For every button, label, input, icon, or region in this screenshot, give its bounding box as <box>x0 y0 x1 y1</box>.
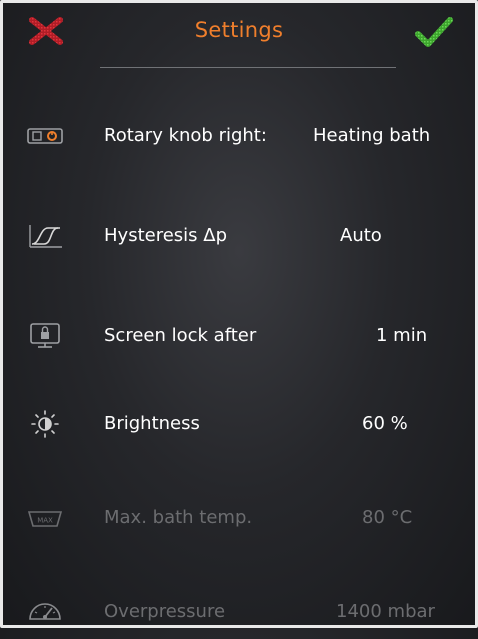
setting-screen-lock[interactable]: Screen lock after 1 min <box>0 311 478 363</box>
setting-label: Hysteresis Δp <box>104 225 227 246</box>
setting-label: Max. bath temp. <box>104 507 253 528</box>
bath-icon-text: MAX <box>37 517 53 525</box>
setting-hysteresis[interactable]: Hysteresis Δp Auto <box>0 211 478 263</box>
setting-value: 80 °C <box>362 507 413 528</box>
setting-value[interactable]: 60 % <box>362 413 408 434</box>
setting-label: Overpressure <box>104 601 226 622</box>
setting-value: 1400 mbar <box>336 601 435 622</box>
rotary-knob-icon <box>26 121 64 151</box>
setting-label: Brightness <box>104 413 200 434</box>
setting-label: Rotary knob right: <box>104 125 267 146</box>
confirm-button[interactable] <box>412 14 456 50</box>
page-title: Settings <box>194 18 284 42</box>
setting-rotary-knob[interactable]: Rotary knob right: Heating bath <box>0 111 478 163</box>
overpressure-icon <box>26 597 64 627</box>
setting-value[interactable]: 1 min <box>376 325 427 346</box>
setting-brightness[interactable]: Brightness 60 % <box>0 399 478 451</box>
setting-max-bath-temp: MAX Max. bath temp. 80 °C <box>0 493 478 545</box>
setting-overpressure: Overpressure 1400 mbar <box>0 587 478 639</box>
setting-value[interactable]: Heating bath <box>313 125 430 146</box>
hysteresis-icon <box>26 221 64 251</box>
screen-lock-icon <box>26 321 64 351</box>
title-divider <box>100 67 396 68</box>
brightness-icon <box>26 409 64 439</box>
setting-label: Screen lock after <box>104 325 257 346</box>
setting-value[interactable]: Auto <box>340 225 382 246</box>
checkmark-icon <box>415 17 453 47</box>
header-bar: Settings <box>0 0 478 70</box>
bath-temperature-icon: MAX <box>26 503 64 533</box>
